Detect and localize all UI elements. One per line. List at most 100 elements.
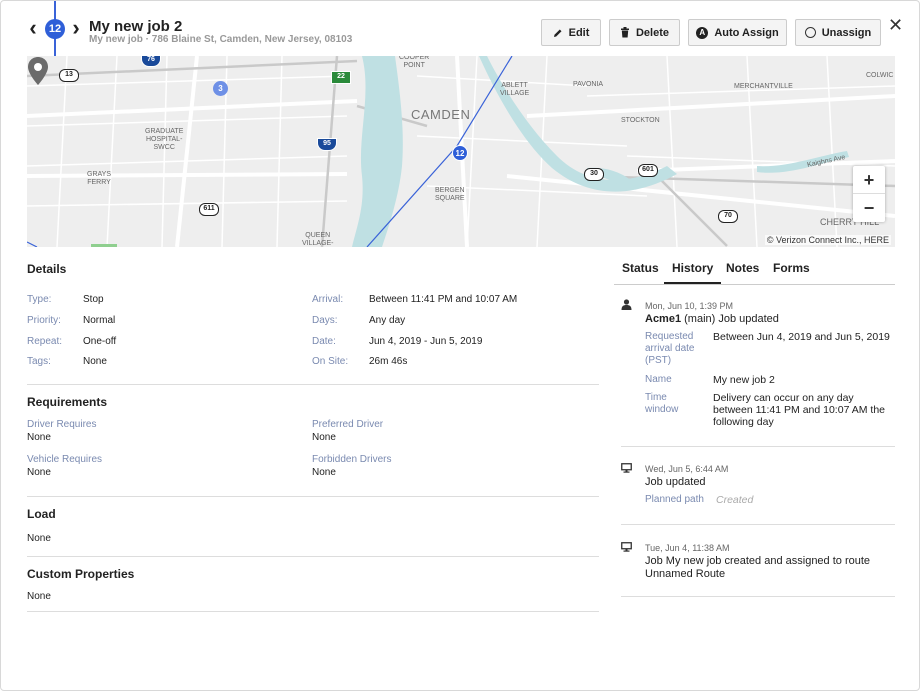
history-field-value: Delivery can occur on any day between 11… xyxy=(713,392,886,428)
tab-forms[interactable]: Forms xyxy=(773,261,810,275)
map-label-pavonia: PAVONIA xyxy=(573,81,604,88)
detail-repeat-value: One-off xyxy=(83,336,117,347)
detail-date-value: Jun 4, 2019 - Jun 5, 2019 xyxy=(369,336,483,347)
job-address: My new job · 786 Blaine St, Camden, New … xyxy=(89,34,353,45)
custom-properties-value: None xyxy=(27,591,51,602)
history-summary: Job My new job created and assigned to r… xyxy=(645,555,871,580)
close-icon[interactable]: ✕ xyxy=(888,15,903,36)
detail-arrival-label: Arrival: xyxy=(312,294,344,305)
divider xyxy=(621,596,895,597)
history-summary: Acme1 (main) Job updated xyxy=(645,313,779,326)
job-title: My new job 2 xyxy=(89,18,183,35)
history-field-key: Time window xyxy=(645,392,679,415)
shield-route-70: 70 xyxy=(718,210,738,223)
shield-route-22: 22 xyxy=(331,71,351,84)
location-pin-icon[interactable] xyxy=(27,56,49,86)
unassign-button[interactable]: Unassign xyxy=(795,19,881,46)
detail-onsite-label: On Site: xyxy=(312,356,349,367)
auto-assign-label: Auto Assign xyxy=(714,26,779,39)
load-value: None xyxy=(27,533,51,544)
history-field-value: Between Jun 4, 2019 and Jun 5, 2019 xyxy=(713,331,890,343)
tab-status[interactable]: Status xyxy=(622,261,659,275)
detail-priority-value: Normal xyxy=(83,315,116,326)
side-panel-tabs: Status History Notes Forms xyxy=(614,257,895,285)
driver-requires-label: Driver Requires xyxy=(27,419,97,430)
map-label-cooper-point: COOPER POINT xyxy=(399,56,430,69)
map-stop-marker-3[interactable]: 3 xyxy=(213,81,228,96)
detail-type-value: Stop xyxy=(83,294,104,305)
history-timestamp: Tue, Jun 4, 11:38 AM xyxy=(645,543,730,553)
map-attribution: © Verizon Connect Inc., HERE xyxy=(764,235,891,245)
history-field-value: My new job 2 xyxy=(713,374,775,386)
history-field-key: Requested arrival date (PST) xyxy=(645,331,695,366)
job-detail-dialog: ‹ 12 › My new job 2 My new job · 786 Bla… xyxy=(0,0,920,691)
delete-button[interactable]: Delete xyxy=(609,19,680,46)
detail-type-label: Type: xyxy=(27,294,52,305)
detail-tags-value: None xyxy=(83,356,107,367)
edit-label: Edit xyxy=(568,26,590,39)
divider xyxy=(27,611,599,612)
history-actor: Acme1 xyxy=(645,313,682,325)
auto-assign-icon: A xyxy=(696,26,709,39)
circle-outline-icon xyxy=(804,27,816,38)
map-label-camden: CAMDEN xyxy=(411,107,471,122)
map-label-graduate-hospital: GRADUATE HOSPITAL- SWCC xyxy=(145,128,184,151)
map-label-ablett-village: ABLETT VILLAGE xyxy=(500,82,530,97)
divider xyxy=(621,524,895,525)
forbidden-drivers-value: None xyxy=(312,467,336,478)
map-label-grays-ferry: GRAYS FERRY xyxy=(87,171,111,186)
history-entry: Wed, Jun 5, 6:44 AM Job updated Planned … xyxy=(621,463,895,513)
delete-label: Delete xyxy=(635,26,670,39)
map-label-bergen-square: BERGEN SQUARE xyxy=(435,187,465,202)
unassign-label: Unassign xyxy=(821,26,872,39)
vehicle-requires-label: Vehicle Requires xyxy=(27,454,103,465)
tab-notes[interactable]: Notes xyxy=(726,261,759,275)
next-stop-button[interactable]: › xyxy=(68,17,84,41)
previous-stop-button[interactable]: ‹ xyxy=(25,17,41,41)
history-summary: Job updated xyxy=(645,476,706,488)
shield-route-601: 601 xyxy=(638,164,658,177)
detail-priority-label: Priority: xyxy=(27,315,61,326)
shield-route-13: 13 xyxy=(59,69,79,82)
history-timestamp: Mon, Jun 10, 1:39 PM xyxy=(645,301,734,311)
detail-repeat-label: Repeat: xyxy=(27,336,63,347)
detail-date-label: Date: xyxy=(312,336,336,347)
edit-button[interactable]: Edit xyxy=(541,19,601,46)
tab-history[interactable]: History xyxy=(664,261,722,284)
history-action: (main) Job updated xyxy=(681,313,779,325)
map-label-merchantville: MERCHANTVILLE xyxy=(734,83,793,90)
history-field-key: Name xyxy=(645,374,672,385)
shield-route-30: 30 xyxy=(584,168,604,181)
forbidden-drivers-label: Forbidden Drivers xyxy=(312,454,392,465)
divider xyxy=(27,556,599,557)
zoom-out-button[interactable]: − xyxy=(853,194,885,222)
history-field-value: Created xyxy=(716,494,754,506)
details-title: Details xyxy=(27,262,67,276)
zoom-in-button[interactable]: + xyxy=(853,166,885,194)
divider xyxy=(27,384,599,385)
driver-requires-value: None xyxy=(27,432,51,443)
detail-days-value: Any day xyxy=(369,315,406,326)
divider xyxy=(27,496,599,497)
history-field-key: Planned path xyxy=(645,494,704,505)
vehicle-requires-value: None xyxy=(27,467,51,478)
route-map[interactable]: COOPER POINT ABLETT VILLAGE PAVONIA MERCHA… xyxy=(27,56,895,247)
divider xyxy=(621,446,895,447)
load-title: Load xyxy=(27,507,56,521)
shield-route-95: 95 xyxy=(317,138,337,151)
person-icon xyxy=(621,299,632,310)
monitor-icon xyxy=(621,463,632,473)
history-entry: Tue, Jun 4, 11:38 AM Job My new job crea… xyxy=(621,542,895,587)
custom-properties-title: Custom Properties xyxy=(27,567,135,581)
auto-assign-button[interactable]: A Auto Assign xyxy=(688,19,787,46)
stop-number-badge: 12 xyxy=(45,19,65,39)
map-stop-marker-12[interactable]: 12 xyxy=(452,145,468,161)
history-entry: Mon, Jun 10, 1:39 PM Acme1 (main) Job up… xyxy=(621,299,895,439)
preferred-driver-label: Preferred Driver xyxy=(312,419,384,430)
trash-icon xyxy=(620,27,629,38)
history-timestamp: Wed, Jun 5, 6:44 AM xyxy=(645,464,729,474)
detail-arrival-value: Between 11:41 PM and 10:07 AM xyxy=(369,294,518,305)
map-zoom-control: + − xyxy=(853,166,885,222)
detail-onsite-value: 26m 46s xyxy=(369,356,408,367)
map-label-queen-village: QUEEN VILLAGE- xyxy=(302,232,334,247)
